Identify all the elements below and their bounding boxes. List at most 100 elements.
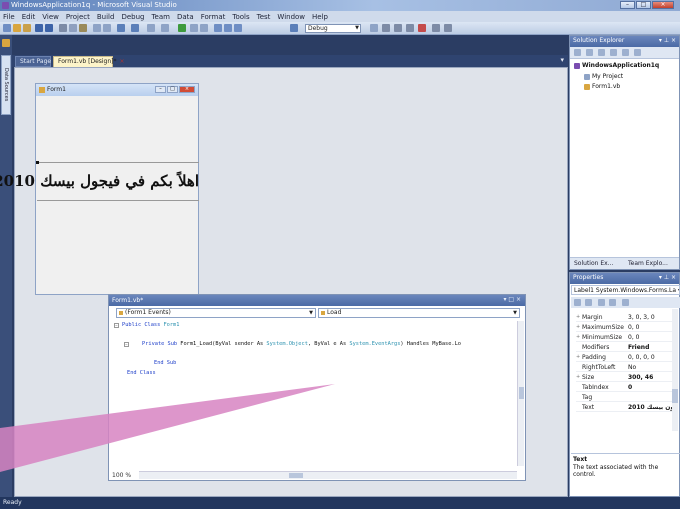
property-value[interactable]: 0, 0 [628,323,639,332]
find-in-files-icon[interactable] [370,24,378,32]
menu-file[interactable]: File [3,13,15,21]
navigate-back-icon[interactable] [147,24,155,32]
view-code-icon[interactable] [610,49,617,56]
collapse-icon[interactable]: − [124,342,129,347]
form1-window[interactable]: Form1 – □ × اهلاً بكم في فيجول بيسك 2010 [0,83,199,295]
property-row-tag[interactable]: Tag [576,393,672,402]
code-editor-window-buttons[interactable]: ▾ □ × [503,296,521,303]
property-value[interactable]: Friend [628,343,649,352]
tree-form1-vb[interactable]: Form1.vb [584,83,620,90]
expand-icon[interactable]: + [576,373,580,382]
property-value[interactable]: 0 [628,383,632,392]
start-page-icon[interactable] [432,24,440,32]
code-vertical-scrollbar[interactable] [517,321,524,466]
properties-icon[interactable] [574,49,581,56]
step-over-icon[interactable] [224,24,232,32]
paste-icon[interactable] [79,24,87,32]
step-out-icon[interactable] [234,24,242,32]
menu-edit[interactable]: Edit [22,13,36,21]
undo-icon[interactable] [117,24,125,32]
data-sources-tab[interactable]: Data Sources [1,55,11,115]
form-designer-surface[interactable]: Form1 – □ × اهلاً بكم في فيجول بيسك 2010… [0,67,568,497]
menu-test[interactable]: Test [257,13,271,21]
object-selector-dropdown[interactable]: Label1 System.Windows.Forms.La ▾ [571,285,680,295]
save-all-icon[interactable] [45,24,53,32]
align-center-icon[interactable] [103,24,111,32]
menu-debug[interactable]: Debug [121,13,144,21]
expand-icon[interactable]: + [576,333,580,342]
events-icon[interactable] [609,299,616,306]
code-text-area[interactable]: − Public Class Form1 − Private Sub Form1… [114,321,510,463]
panel-pin-buttons[interactable]: ▾ ⊥ × [659,36,676,46]
property-row-tabindex[interactable]: TabIndex 0 [576,383,672,392]
property-value[interactable]: 3, 0, 3, 0 [628,313,655,322]
expand-icon[interactable]: + [576,313,580,322]
menu-team[interactable]: Team [151,13,170,21]
find-icon[interactable] [290,24,298,32]
object-browser-icon[interactable] [406,24,414,32]
tab-start-page[interactable]: Start Page [15,56,51,67]
close-button[interactable]: × [652,1,674,9]
class-diagram-icon[interactable] [634,49,641,56]
tab-team-explorer[interactable]: Team Explo... [628,260,668,267]
solution-explorer-toolbar-icon[interactable] [382,24,390,32]
expand-icon[interactable]: + [576,353,580,362]
refresh-icon[interactable] [598,49,605,56]
menu-format[interactable]: Format [201,13,226,21]
property-row-minimumsize[interactable]: + MinimumSize 0, 0 [576,333,672,342]
solution-configuration-dropdown[interactable]: Debug ▼ [305,24,361,33]
properties-view-icon[interactable] [598,299,605,306]
property-value[interactable]: 300, 46 [628,373,653,382]
property-value[interactable]: 0, 0 [628,333,639,342]
menu-project[interactable]: Project [66,13,90,21]
scroll-thumb[interactable] [672,389,678,403]
property-row-maximumsize[interactable]: + MaximumSize 0, 0 [576,323,672,332]
view-designer-icon[interactable] [622,49,629,56]
pause-icon[interactable] [190,24,198,32]
menu-data[interactable]: Data [177,13,194,21]
property-row-size[interactable]: + Size 300, 46 [576,373,672,382]
properties-window-toolbar-icon[interactable] [394,24,402,32]
alphabetical-icon[interactable] [585,299,592,306]
start-debugging-icon[interactable] [178,24,186,32]
method-name-dropdown[interactable]: Load ▼ [318,308,520,318]
maximize-button[interactable]: □ [636,1,651,9]
property-value[interactable]: No [628,363,636,372]
document-list-icon[interactable]: ▾ [560,56,564,64]
save-icon[interactable] [35,24,43,32]
menu-help[interactable]: Help [312,13,328,21]
tab-form1-design[interactable]: Form1.vb [Design]* × [53,56,125,67]
navigate-forward-icon[interactable] [161,24,169,32]
menu-build[interactable]: Build [97,13,115,21]
new-project-icon[interactable] [3,24,11,32]
class-name-dropdown[interactable]: (Form1 Events) ▼ [116,308,316,318]
tree-my-project[interactable]: My Project [584,73,623,80]
zoom-level[interactable]: 100 % [112,472,131,479]
properties-vertical-scrollbar[interactable] [672,309,678,431]
property-row-modifiers[interactable]: Modifiers Friend [576,343,672,352]
toolbox-toolbar-icon[interactable] [418,24,426,32]
step-into-icon[interactable] [214,24,222,32]
align-left-icon[interactable] [93,24,101,32]
categorized-icon[interactable] [574,299,581,306]
tree-project-node[interactable]: WindowsApplication1q [574,62,659,69]
scroll-thumb[interactable] [289,473,303,478]
copy-icon[interactable] [69,24,77,32]
cut-icon[interactable] [59,24,67,32]
stop-icon[interactable] [200,24,208,32]
close-tab-icon[interactable]: × [120,58,125,65]
property-row-padding[interactable]: + Padding 0, 0, 0, 0 [576,353,672,362]
panel-pin-buttons[interactable]: ▾ ⊥ × [659,273,676,283]
property-row-margin[interactable]: + Margin 3, 0, 3, 0 [576,313,672,322]
toolbox-icon[interactable] [2,39,10,47]
minimize-button[interactable]: – [620,1,635,9]
menu-tools[interactable]: Tools [232,13,249,21]
label1-control[interactable]: اهلاً بكم في فيجول بيسك 2010 [0,161,199,201]
show-all-files-icon[interactable] [586,49,593,56]
expand-icon[interactable]: + [576,323,580,332]
code-horizontal-scrollbar[interactable] [139,471,517,479]
add-item-icon[interactable] [13,24,21,32]
more-tools-icon[interactable] [444,24,452,32]
menu-window[interactable]: Window [277,13,305,21]
menu-view[interactable]: View [42,13,59,21]
